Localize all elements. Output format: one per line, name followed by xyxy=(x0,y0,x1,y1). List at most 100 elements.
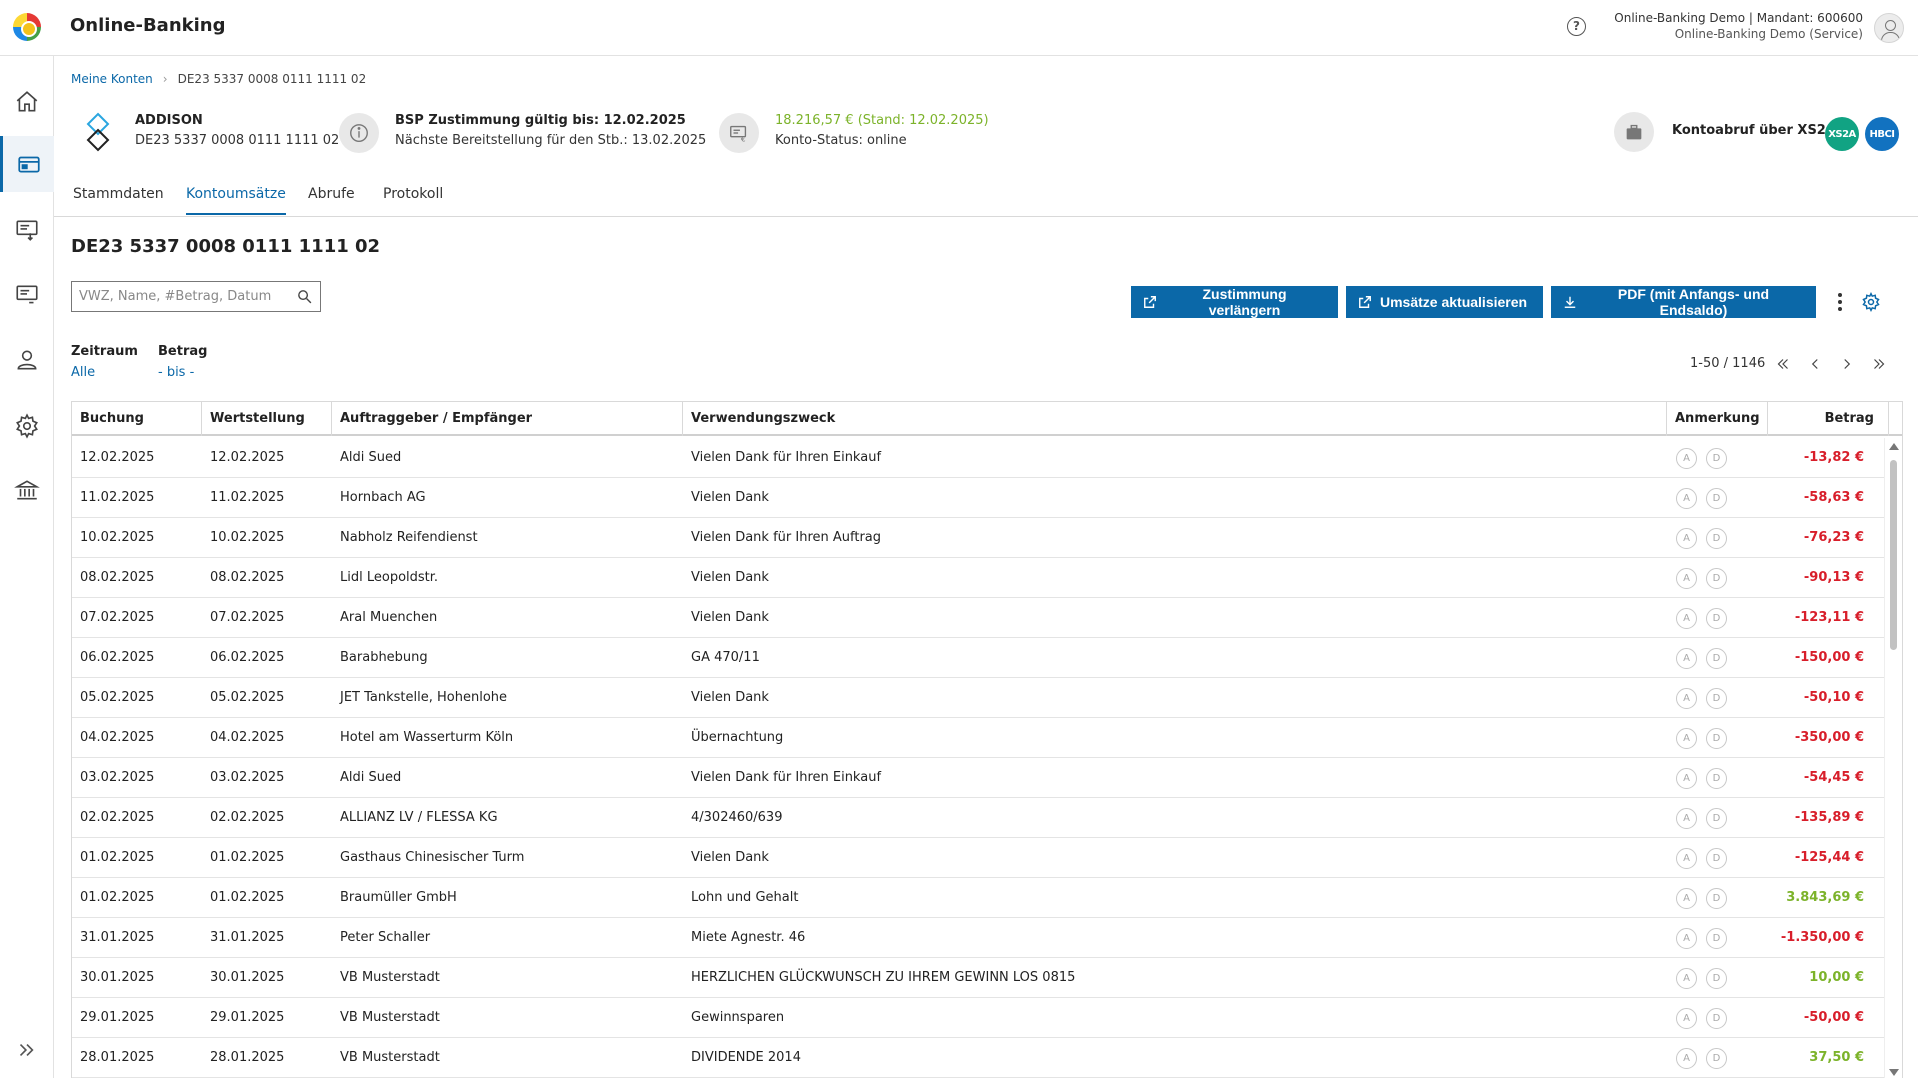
nav-banks[interactable] xyxy=(0,462,54,518)
note-d-icon[interactable]: D xyxy=(1706,928,1727,949)
note-d-icon[interactable]: D xyxy=(1706,448,1727,469)
note-d-icon[interactable]: D xyxy=(1706,728,1727,749)
hbci-badge[interactable]: HBCI xyxy=(1865,117,1899,151)
filter-zeitraum-value[interactable]: Alle xyxy=(71,365,95,380)
bank-logo[interactable] xyxy=(13,13,41,41)
table-row[interactable]: 29.01.2025 29.01.2025 VB Musterstadt Gewinn… xyxy=(72,998,1884,1038)
note-d-icon[interactable]: D xyxy=(1706,528,1727,549)
scroll-down-arrow[interactable] xyxy=(1889,1069,1899,1076)
breadcrumb-link-accounts[interactable]: Meine Konten xyxy=(71,72,153,86)
nav-home[interactable] xyxy=(0,74,54,130)
more-options-icon[interactable] xyxy=(1835,291,1845,313)
note-a-icon[interactable]: A xyxy=(1676,968,1697,989)
tab-kontoumsaetze[interactable]: Kontoumsätze xyxy=(186,186,286,215)
note-d-icon[interactable]: D xyxy=(1706,968,1727,989)
scroll-thumb[interactable] xyxy=(1890,460,1897,650)
note-d-icon[interactable]: D xyxy=(1706,888,1727,909)
table-row[interactable]: 10.02.2025 10.02.2025 Nabholz Reifendienst… xyxy=(72,518,1884,558)
table-row[interactable]: 30.01.2025 30.01.2025 VB Musterstadt HERZLI… xyxy=(72,958,1884,998)
table-row[interactable]: 04.02.2025 04.02.2025 Hotel am Wasserturm … xyxy=(72,718,1884,758)
note-a-icon[interactable]: A xyxy=(1676,1048,1697,1069)
table-row[interactable]: 12.02.2025 12.02.2025 Aldi Sued Vielen Dank… xyxy=(72,438,1884,478)
note-a-icon[interactable]: A xyxy=(1676,448,1697,469)
table-row[interactable]: 06.02.2025 06.02.2025 Barabhebung GA 470/11… xyxy=(72,638,1884,678)
nav-statements[interactable] xyxy=(0,267,54,323)
note-d-icon[interactable]: D xyxy=(1706,688,1727,709)
nav-settings[interactable] xyxy=(0,398,54,454)
xs2a-badge[interactable]: XS2A xyxy=(1825,117,1859,151)
user-info[interactable]: Online-Banking Demo | Mandant: 600600 On… xyxy=(1614,10,1863,42)
consent-valid-until: BSP Zustimmung gültig bis: 12.02.2025 xyxy=(395,113,686,128)
pdf-export-button[interactable]: PDF (mit Anfangs- und Endsaldo) xyxy=(1551,286,1816,318)
table-row[interactable]: 03.02.2025 03.02.2025 Aldi Sued Vielen Dank… xyxy=(72,758,1884,798)
note-d-icon[interactable]: D xyxy=(1706,1008,1727,1029)
cell-betrag: -123,11 € xyxy=(1794,610,1864,625)
table-row[interactable]: 01.02.2025 01.02.2025 Gasthaus Chinesische… xyxy=(72,838,1884,878)
search-icon[interactable] xyxy=(296,288,313,305)
cell-auftraggeber: Hotel am Wasserturm Köln xyxy=(340,730,514,745)
table-row[interactable]: 11.02.2025 11.02.2025 Hornbach AG Vielen Da… xyxy=(72,478,1884,518)
note-a-icon[interactable]: A xyxy=(1676,528,1697,549)
cell-wertstellung: 01.02.2025 xyxy=(210,850,285,865)
expand-rail-button[interactable] xyxy=(0,1022,54,1078)
header-verwendungszweck[interactable]: Verwendungszweck xyxy=(683,402,1667,436)
filter-betrag-value[interactable]: - bis - xyxy=(158,365,194,380)
table-row[interactable]: 01.02.2025 01.02.2025 Braumüller GmbH Lohn … xyxy=(72,878,1884,918)
table-row[interactable]: 31.01.2025 31.01.2025 Peter Schaller Miete … xyxy=(72,918,1884,958)
table-settings-gear-icon[interactable] xyxy=(1861,292,1881,312)
avatar-icon[interactable] xyxy=(1874,13,1904,43)
note-d-icon[interactable]: D xyxy=(1706,568,1727,589)
tab-protokoll[interactable]: Protokoll xyxy=(383,186,443,213)
breadcrumb: Meine Konten › DE23 5337 0008 0111 1111 … xyxy=(71,72,366,86)
cell-betrag: 3.843,69 € xyxy=(1786,890,1864,905)
extend-consent-button[interactable]: Zustimmung verlängern xyxy=(1131,286,1338,318)
note-d-icon[interactable]: D xyxy=(1706,648,1727,669)
breadcrumb-separator: › xyxy=(162,72,168,86)
refresh-transactions-button[interactable]: Umsätze aktualisieren xyxy=(1346,286,1543,318)
header-auftraggeber[interactable]: Auftraggeber / Empfänger xyxy=(332,402,683,436)
cell-wertstellung: 31.01.2025 xyxy=(210,930,285,945)
note-a-icon[interactable]: A xyxy=(1676,568,1697,589)
note-d-icon[interactable]: D xyxy=(1706,808,1727,829)
prev-page-button[interactable] xyxy=(1804,354,1826,374)
note-a-icon[interactable]: A xyxy=(1676,888,1697,909)
table-scrollbar[interactable] xyxy=(1884,438,1902,1078)
table-row[interactable]: 08.02.2025 08.02.2025 Lidl Leopoldstr. Viel… xyxy=(72,558,1884,598)
note-d-icon[interactable]: D xyxy=(1706,488,1727,509)
header-anmerkung[interactable]: Anmerkung xyxy=(1667,402,1768,436)
note-d-icon[interactable]: D xyxy=(1706,1048,1727,1069)
note-a-icon[interactable]: A xyxy=(1676,648,1697,669)
note-d-icon[interactable]: D xyxy=(1706,848,1727,869)
table-row[interactable]: 02.02.2025 02.02.2025 ALLIANZ LV / FLESSA … xyxy=(72,798,1884,838)
note-a-icon[interactable]: A xyxy=(1676,688,1697,709)
note-a-icon[interactable]: A xyxy=(1676,608,1697,629)
note-a-icon[interactable]: A xyxy=(1676,728,1697,749)
scroll-up-arrow[interactable] xyxy=(1889,443,1899,450)
note-a-icon[interactable]: A xyxy=(1676,488,1697,509)
header-wertstellung[interactable]: Wertstellung xyxy=(202,402,332,436)
nav-contacts[interactable] xyxy=(0,332,54,388)
next-page-button[interactable] xyxy=(1836,354,1858,374)
first-page-button[interactable] xyxy=(1772,354,1794,374)
note-a-icon[interactable]: A xyxy=(1676,928,1697,949)
help-icon[interactable]: ? xyxy=(1567,17,1586,36)
header-betrag[interactable]: Betrag xyxy=(1768,402,1889,436)
tab-stammdaten[interactable]: Stammdaten xyxy=(73,186,164,213)
nav-accounts[interactable] xyxy=(0,136,54,192)
table-row[interactable]: 07.02.2025 07.02.2025 Aral Muenchen Vielen … xyxy=(72,598,1884,638)
note-d-icon[interactable]: D xyxy=(1706,768,1727,789)
tab-abrufe[interactable]: Abrufe xyxy=(308,186,355,213)
note-a-icon[interactable]: A xyxy=(1676,848,1697,869)
note-d-icon[interactable]: D xyxy=(1706,608,1727,629)
table-row[interactable]: 28.01.2025 28.01.2025 VB Musterstadt DIVIDE… xyxy=(72,1038,1884,1078)
note-a-icon[interactable]: A xyxy=(1676,768,1697,789)
table-row[interactable]: 05.02.2025 05.02.2025 JET Tankstelle, Hohe… xyxy=(72,678,1884,718)
last-page-button[interactable] xyxy=(1868,354,1890,374)
note-a-icon[interactable]: A xyxy=(1676,808,1697,829)
nav-transfers[interactable] xyxy=(0,202,54,258)
cell-buchung: 29.01.2025 xyxy=(80,1010,155,1025)
note-a-icon[interactable]: A xyxy=(1676,1008,1697,1029)
header-buchung[interactable]: Buchung xyxy=(72,402,202,436)
search-input[interactable] xyxy=(72,282,282,311)
info-icon xyxy=(339,113,379,153)
